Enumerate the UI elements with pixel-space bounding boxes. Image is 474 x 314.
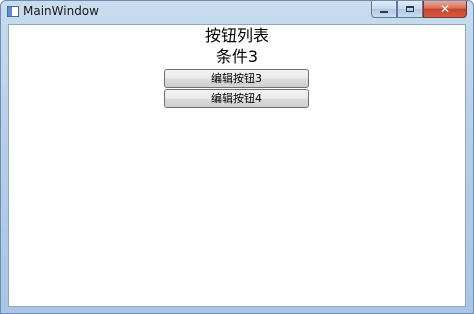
maximize-icon bbox=[406, 6, 414, 12]
page-title: 按钮列表 bbox=[204, 26, 269, 45]
edit-button-3[interactable]: 编辑按钮3 bbox=[164, 69, 309, 88]
minimize-icon bbox=[380, 11, 388, 13]
condition-label: 条件3 bbox=[215, 47, 259, 66]
minimize-button[interactable] bbox=[371, 1, 397, 18]
close-icon: ✕ bbox=[439, 2, 451, 16]
close-button[interactable]: ✕ bbox=[423, 1, 467, 18]
caption-buttons: ✕ bbox=[371, 1, 467, 19]
maximize-button[interactable] bbox=[397, 1, 423, 18]
title-bar[interactable]: MainWindow ✕ bbox=[1, 1, 473, 23]
app-window-icon[interactable] bbox=[7, 6, 19, 17]
edit-button-4[interactable]: 编辑按钮4 bbox=[164, 89, 309, 108]
main-window: MainWindow ✕ 按钮列表 条件3 编辑按钮3 编辑按钮4 bbox=[0, 0, 474, 314]
client-area: 按钮列表 条件3 编辑按钮3 编辑按钮4 bbox=[8, 24, 466, 307]
window-title: MainWindow bbox=[23, 4, 99, 18]
